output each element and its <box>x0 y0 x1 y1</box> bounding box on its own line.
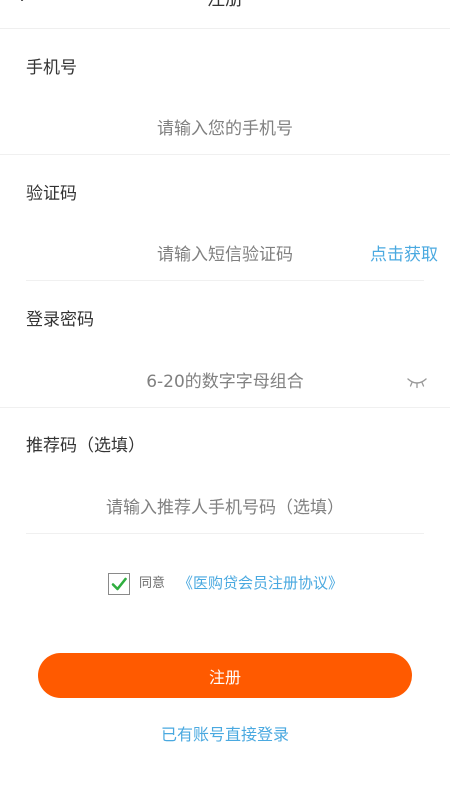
page-title: 注册 <box>0 0 450 12</box>
code-input[interactable] <box>75 240 375 270</box>
phone-input[interactable] <box>75 114 375 144</box>
login-link[interactable]: 已有账号直接登录 <box>0 724 450 746</box>
referral-divider <box>26 533 424 534</box>
password-input[interactable] <box>75 367 375 397</box>
referral-label: 推荐码（选填） <box>26 436 145 456</box>
register-button[interactable]: 注册 <box>38 653 412 698</box>
agreement-row: 同意 《医购贷会员注册协议》 <box>0 572 450 598</box>
agree-checkbox[interactable] <box>108 573 130 595</box>
code-field: 点击获取 <box>0 240 450 270</box>
code-divider <box>26 280 424 281</box>
agreement-link[interactable]: 《医购贷会员注册协议》 <box>178 573 343 593</box>
referral-field <box>0 493 450 523</box>
phone-label: 手机号 <box>26 58 77 78</box>
get-code-button[interactable]: 点击获取 <box>370 240 438 270</box>
code-label: 验证码 <box>26 184 77 204</box>
password-label: 登录密码 <box>26 310 94 330</box>
eye-closed-icon[interactable] <box>406 376 428 390</box>
password-divider <box>0 407 450 408</box>
phone-field <box>0 114 450 144</box>
nav-header: 注册 <box>0 0 450 29</box>
checkmark-icon <box>111 577 127 591</box>
referral-input[interactable] <box>50 493 400 523</box>
phone-divider <box>0 154 450 155</box>
password-field <box>0 367 450 397</box>
agree-label: 同意 <box>139 576 166 591</box>
